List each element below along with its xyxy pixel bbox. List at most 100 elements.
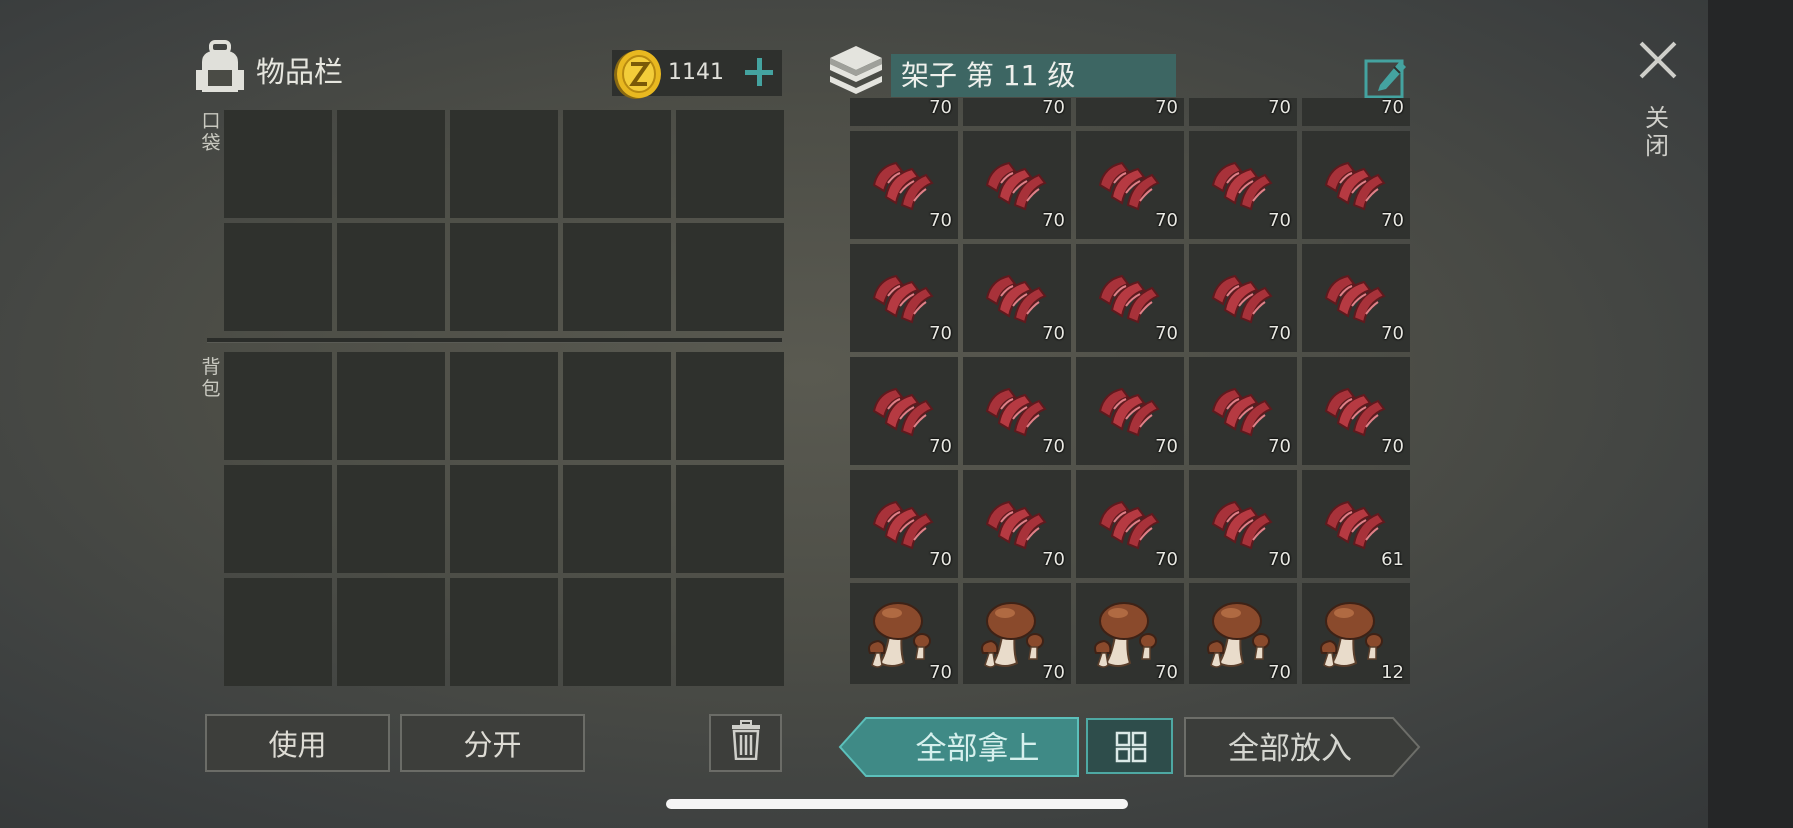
shelf-slot[interactable]: 70	[1076, 357, 1184, 465]
item-count: 70	[1155, 210, 1178, 231]
item-count: 70	[1381, 98, 1404, 118]
backpack-slot[interactable]	[676, 578, 784, 686]
home-indicator[interactable]	[666, 799, 1128, 809]
pocket-slot[interactable]	[337, 223, 445, 331]
sort-button[interactable]	[1086, 718, 1173, 774]
shelf-slot[interactable]: 70	[1189, 244, 1297, 352]
pocket-label: 口袋	[201, 110, 221, 154]
backpack-slot[interactable]	[337, 578, 445, 686]
edit-icon	[1364, 59, 1406, 99]
shelf-slot[interactable]: 70	[963, 583, 1071, 684]
item-count: 70	[929, 98, 952, 118]
backpack-slot[interactable]	[224, 465, 332, 573]
trash-button[interactable]	[709, 714, 782, 772]
trash-icon	[731, 719, 761, 767]
edit-button[interactable]	[1364, 55, 1408, 99]
item-count: 70	[1042, 549, 1065, 570]
shelf-slot[interactable]: 12	[1302, 583, 1410, 684]
shelf-slot[interactable]: 70	[850, 357, 958, 465]
backpack-slot[interactable]	[563, 352, 671, 460]
section-divider	[207, 338, 782, 343]
item-count: 70	[1155, 323, 1178, 344]
backpack-slot[interactable]	[676, 352, 784, 460]
item-count: 70	[929, 436, 952, 457]
backpack-slot[interactable]	[450, 578, 558, 686]
shelf-slot[interactable]: 70	[850, 98, 958, 126]
item-count: 70	[1268, 662, 1291, 683]
sort-icon	[1115, 731, 1147, 763]
pocket-slot[interactable]	[563, 223, 671, 331]
backpack-icon	[194, 40, 246, 100]
backpack-slot[interactable]	[563, 578, 671, 686]
shelf-slot[interactable]: 70	[1076, 583, 1184, 684]
item-count: 70	[929, 549, 952, 570]
pocket-slot[interactable]	[450, 223, 558, 331]
currency-amount: 1141	[668, 60, 724, 85]
split-button[interactable]: 分开	[400, 714, 585, 772]
shelf-slot[interactable]: 70	[1302, 131, 1410, 239]
backpack-grid	[224, 352, 784, 686]
shelf-slot[interactable]: 70	[1076, 470, 1184, 578]
pocket-slot[interactable]	[676, 223, 784, 331]
shelf-slot[interactable]: 70	[1189, 131, 1297, 239]
add-currency-button[interactable]	[740, 52, 780, 92]
shelf-slot[interactable]: 70	[1302, 357, 1410, 465]
close-icon[interactable]	[1638, 40, 1678, 80]
pocket-slot[interactable]	[450, 110, 558, 218]
backpack-slot[interactable]	[450, 352, 558, 460]
pocket-slot[interactable]	[337, 110, 445, 218]
shelf-slot[interactable]: 70	[963, 470, 1071, 578]
backpack-slot[interactable]	[337, 352, 445, 460]
put-all-label[interactable]: 全部放入	[1185, 716, 1395, 774]
item-count: 70	[1268, 436, 1291, 457]
backpack-slot[interactable]	[563, 465, 671, 573]
item-count: 70	[1042, 436, 1065, 457]
item-count: 70	[1155, 549, 1178, 570]
backpack-slot[interactable]	[224, 578, 332, 686]
item-count: 70	[1381, 210, 1404, 231]
shelf-scroll-area[interactable]: 70 70 70 70 70 70 70 70 70 70 70 70 70 70 70 70 70 7…	[850, 98, 1410, 684]
pocket-slot[interactable]	[676, 110, 784, 218]
backpack-slot[interactable]	[450, 465, 558, 573]
item-count: 70	[929, 323, 952, 344]
item-count: 70	[1268, 98, 1291, 118]
item-count: 70	[1381, 436, 1404, 457]
pocket-slot[interactable]	[563, 110, 671, 218]
item-count: 70	[929, 662, 952, 683]
take-all-label[interactable]: 全部拿上	[880, 716, 1075, 774]
backpack-slot[interactable]	[337, 465, 445, 573]
shelf-slot[interactable]: 70	[1076, 131, 1184, 239]
pocket-slot[interactable]	[224, 223, 332, 331]
shelf-slot[interactable]: 70	[963, 98, 1071, 126]
close-label[interactable]: 关闭	[1644, 104, 1670, 160]
shelf-slot[interactable]: 70	[1189, 470, 1297, 578]
item-count: 70	[1042, 98, 1065, 118]
item-count: 70	[1155, 436, 1178, 457]
shelf-slot[interactable]: 70	[963, 131, 1071, 239]
shelf-slot[interactable]: 70	[1076, 98, 1184, 126]
shelf-slot[interactable]: 70	[963, 244, 1071, 352]
shelf-slot[interactable]: 70	[1189, 357, 1297, 465]
item-count: 70	[1268, 549, 1291, 570]
shelf-slot[interactable]: 70	[850, 583, 958, 684]
use-button[interactable]: 使用	[205, 714, 390, 772]
shelf-slot[interactable]: 70	[1189, 98, 1297, 126]
backpack-slot[interactable]	[676, 465, 784, 573]
shelf-slot[interactable]: 70	[1302, 244, 1410, 352]
shelf-slot[interactable]: 70	[1189, 583, 1297, 684]
shelf-slot[interactable]: 70	[850, 470, 958, 578]
shelf-slot[interactable]: 70	[963, 357, 1071, 465]
shelf-slot[interactable]: 70	[850, 244, 958, 352]
shelf-slot[interactable]: 70	[850, 131, 958, 239]
pocket-grid	[224, 110, 784, 331]
backpack-slot[interactable]	[224, 352, 332, 460]
shelf-slot[interactable]: 70	[1302, 98, 1410, 126]
item-count: 70	[1042, 210, 1065, 231]
pocket-slot[interactable]	[224, 110, 332, 218]
item-count: 70	[929, 210, 952, 231]
item-count: 70	[1155, 98, 1178, 118]
shelf-slot[interactable]: 70	[1076, 244, 1184, 352]
shelf-title: 架子 第 11 级	[891, 54, 1176, 97]
item-count: 12	[1381, 662, 1404, 683]
shelf-slot[interactable]: 61	[1302, 470, 1410, 578]
